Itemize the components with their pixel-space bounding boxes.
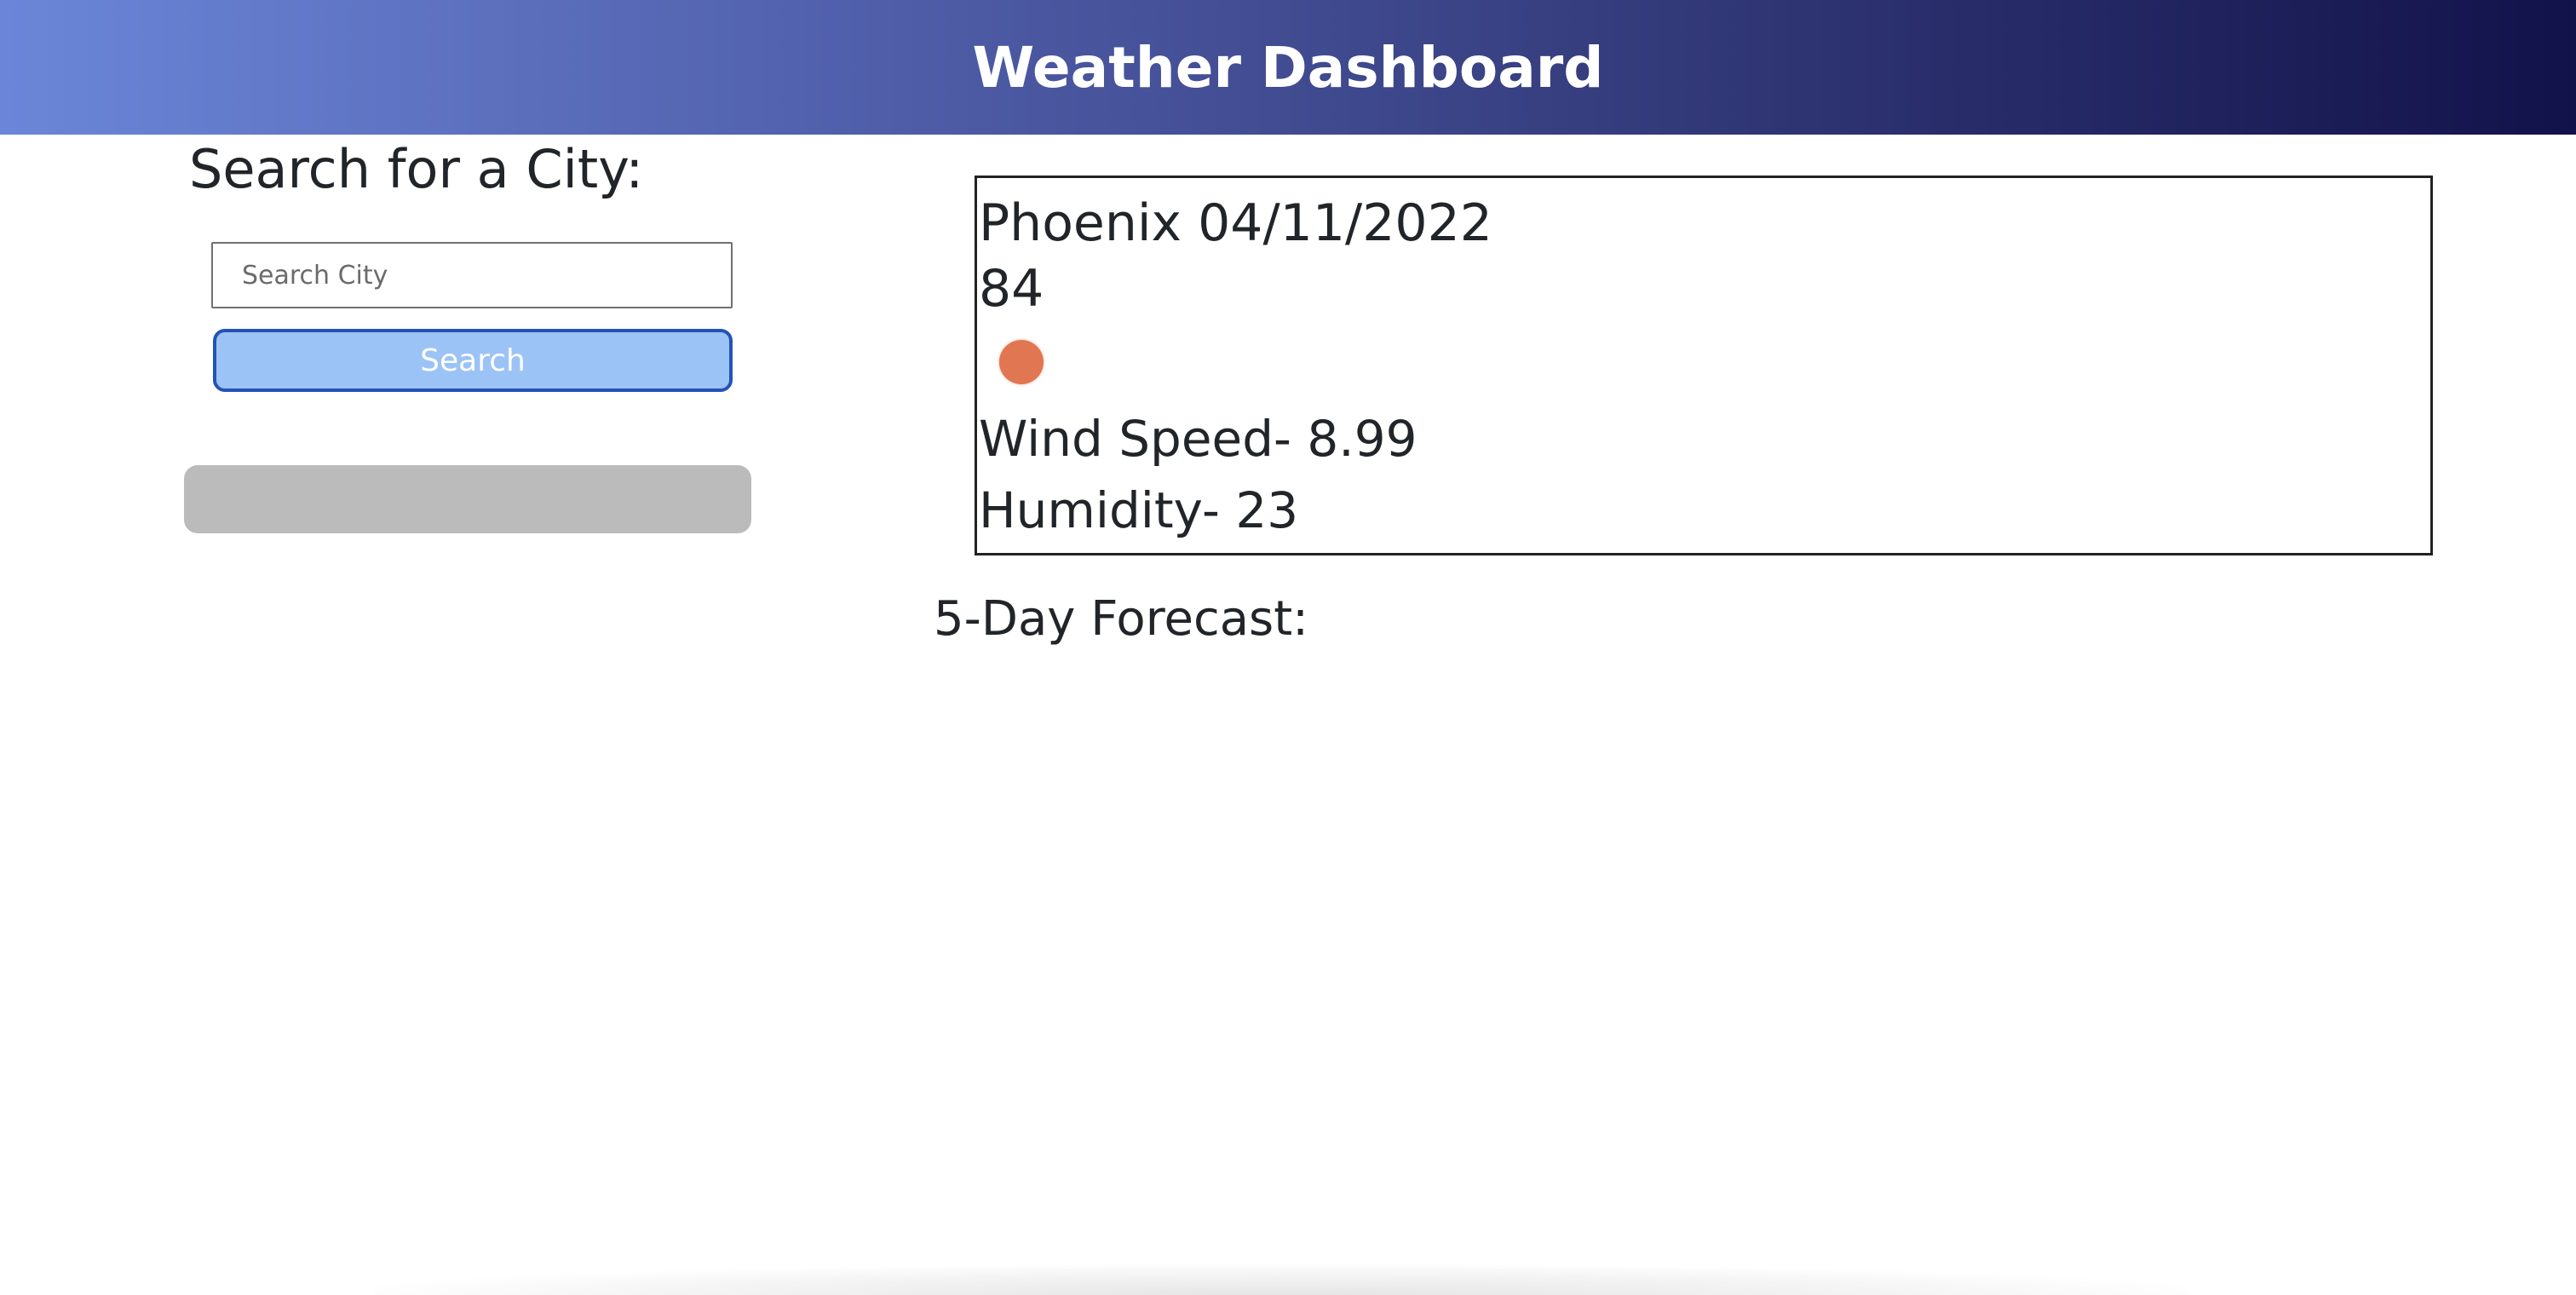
- weather-icon: [999, 340, 1044, 384]
- current-weather-card: Phoenix 04/11/2022 84 Wind Speed- 8.99 H…: [975, 176, 2433, 555]
- temperature: 84: [979, 259, 1044, 319]
- page-header: Weather Dashboard: [0, 0, 2576, 135]
- page-title: Weather Dashboard: [972, 34, 1604, 101]
- search-history-button[interactable]: [184, 465, 751, 533]
- wind-speed: Wind Speed- 8.99: [979, 410, 1417, 468]
- city-date: Phoenix 04/11/2022: [979, 193, 1492, 253]
- search-city-input[interactable]: [211, 242, 733, 308]
- weather-icon-container: [979, 321, 2430, 403]
- humidity: Humidity- 23: [979, 481, 1299, 539]
- search-button[interactable]: Search: [213, 329, 733, 392]
- forecast-heading: 5-Day Forecast:: [934, 591, 1309, 647]
- search-heading: Search for a City:: [189, 138, 644, 200]
- bottom-shadow: [375, 1264, 2189, 1295]
